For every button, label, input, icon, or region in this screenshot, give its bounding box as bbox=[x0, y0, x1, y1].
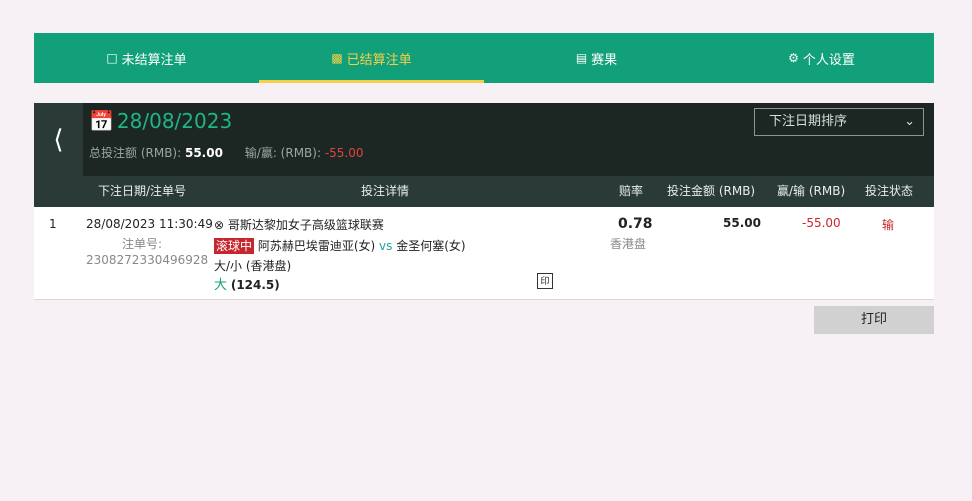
sort-select[interactable]: 下注日期排序 ⌄ bbox=[754, 108, 924, 136]
col-winloss: 赢/输 (RMB) bbox=[777, 184, 846, 198]
clipboard-icon: ▩ bbox=[331, 51, 343, 65]
match-line: 滚球中 阿苏赫巴埃雷迪亚(女) vs 金圣何塞(女) bbox=[214, 237, 466, 254]
total-label: 总投注额 (RMB): bbox=[89, 146, 182, 160]
away-team: 金圣何塞(女) bbox=[396, 239, 466, 253]
tab-label: 个人设置 bbox=[802, 52, 855, 68]
date-heading: 📅 28/08/2023 bbox=[89, 109, 232, 133]
tab-settled[interactable]: ▩ 已结算注单 bbox=[259, 33, 484, 83]
league-line: ⊗ 哥斯达黎加女子高级篮球联赛 bbox=[214, 216, 384, 233]
chevron-left-icon: ⟨ bbox=[53, 124, 64, 155]
home-team: 阿苏赫巴埃雷迪亚(女) bbox=[257, 239, 376, 253]
bet-summary: 总投注额 (RMB): 55.00 输/赢: (RMB): -55.00 bbox=[89, 144, 364, 161]
bet-datetime: 28/08/2023 11:30:49 bbox=[86, 217, 213, 231]
col-details: 投注详情 bbox=[361, 184, 410, 198]
results-icon: ▤ bbox=[575, 51, 588, 65]
print-icon-glyph: 印 bbox=[540, 277, 550, 287]
total-value: 55.00 bbox=[184, 146, 223, 160]
tab-results[interactable]: ▤ 赛果 bbox=[484, 33, 709, 83]
tab-label: 已结算注单 bbox=[346, 52, 412, 68]
tab-settings[interactable]: ⚙ 个人设置 bbox=[709, 33, 934, 83]
col-odds: 赔率 bbox=[619, 184, 644, 198]
vs-text: vs bbox=[379, 239, 393, 253]
doc-check-icon: □ bbox=[106, 51, 118, 65]
col-status: 投注状态 bbox=[865, 184, 914, 198]
print-icon[interactable]: 印 bbox=[537, 273, 553, 289]
selection: 大 bbox=[214, 278, 228, 293]
col-stake: 投注金额 (RMB) bbox=[667, 184, 756, 198]
live-badge: 滚球中 bbox=[214, 238, 255, 254]
winloss-value: -55.00 bbox=[324, 146, 364, 160]
odds-type: 香港盘 bbox=[610, 237, 647, 251]
date-summary-panel: ⟨ 📅 28/08/2023 总投注额 (RMB): 55.00 输/赢: (R… bbox=[34, 103, 934, 176]
stake-value: 55.00 bbox=[723, 216, 761, 230]
ticket-number: 2308272330496928 bbox=[86, 253, 209, 267]
calendar-icon: 📅 bbox=[89, 109, 114, 133]
tab-label: 赛果 bbox=[591, 52, 618, 68]
odds-value: 0.78 bbox=[618, 216, 653, 232]
winloss-label: 输/赢: (RMB): bbox=[244, 146, 322, 160]
gear-icon: ⚙ bbox=[788, 51, 799, 65]
chevron-down-icon: ⌄ bbox=[904, 114, 915, 129]
tab-unsettled[interactable]: □ 未结算注单 bbox=[34, 33, 259, 83]
handicap-line: (124.5) bbox=[230, 278, 280, 292]
status-badge: 输 bbox=[882, 218, 895, 232]
league-name: 哥斯达黎加女子高级篮球联赛 bbox=[227, 218, 384, 232]
table-header: 下注日期/注单号 投注详情 赔率 投注金额 (RMB) 赢/输 (RMB) 投注… bbox=[34, 176, 934, 207]
main-nav: □ 未结算注单 ▩ 已结算注单 ▤ 赛果 ⚙ 个人设置 bbox=[34, 33, 934, 83]
basketball-icon: ⊗ bbox=[214, 218, 225, 232]
print-button[interactable]: 打印 bbox=[814, 306, 934, 334]
market-type: 大/小 (香港盘) bbox=[214, 259, 292, 273]
back-button[interactable]: ⟨ bbox=[34, 103, 83, 176]
sort-label: 下注日期排序 bbox=[769, 114, 848, 129]
selection-line: 大 (124.5) bbox=[214, 274, 280, 293]
row-index: 1 bbox=[49, 217, 57, 231]
date-text: 28/08/2023 bbox=[116, 109, 233, 133]
ticket-label: 注单号: bbox=[122, 237, 163, 251]
result-value: -55.00 bbox=[802, 216, 841, 230]
table-row: 1 28/08/2023 11:30:49 注单号: 2308272330496… bbox=[34, 207, 934, 300]
tab-label: 未结算注单 bbox=[121, 52, 187, 68]
col-date: 下注日期/注单号 bbox=[98, 184, 187, 198]
